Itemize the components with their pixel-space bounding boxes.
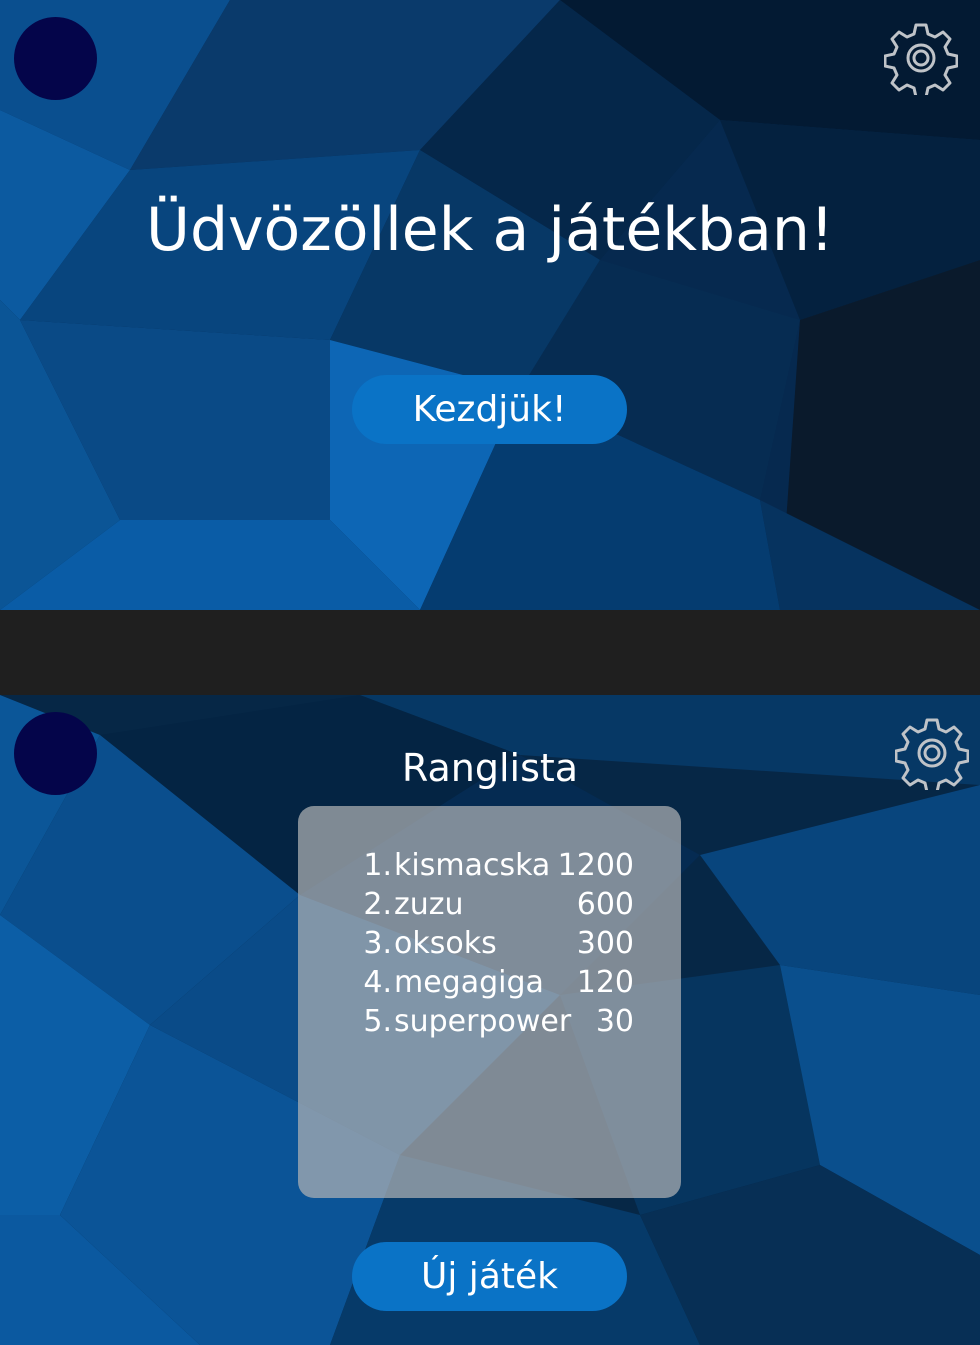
polygon-background <box>0 0 980 610</box>
leaderboard-row: 2. zuzu 600 <box>352 885 634 924</box>
leaderboard-row: 4. megagiga 120 <box>352 963 634 1002</box>
avatar <box>14 17 97 100</box>
player-score: 120 <box>576 965 634 1000</box>
rank-number: 4. <box>363 965 392 1000</box>
start-button[interactable]: Kezdjük! <box>352 375 627 444</box>
player-score: 30 <box>595 1004 634 1039</box>
rank-number: 1. <box>363 848 392 883</box>
new-game-button[interactable]: Új játék <box>352 1242 627 1311</box>
gear-icon[interactable] <box>884 21 958 95</box>
leaderboard-panel: 1. kismacska 1200 2. zuzu 600 3. oksoks … <box>298 806 681 1198</box>
leaderboard-screen: Ranglista 1. kismacska 1200 2. zuzu 600 … <box>0 695 980 1345</box>
leaderboard-title: Ranglista <box>401 746 579 790</box>
player-name: kismacska <box>394 848 551 883</box>
leaderboard-row: 3. oksoks 300 <box>352 924 634 963</box>
player-name: megagiga <box>394 965 544 1000</box>
player-score: 300 <box>576 926 634 961</box>
player-name: superpower <box>394 1004 572 1039</box>
player-name: oksoks <box>394 926 497 961</box>
player-name: zuzu <box>394 887 464 922</box>
leaderboard-list: 1. kismacska 1200 2. zuzu 600 3. oksoks … <box>352 846 634 1041</box>
rank-number: 3. <box>363 926 392 961</box>
leaderboard-row: 5. superpower 30 <box>352 1002 634 1041</box>
welcome-screen: Üdvözöllek a játékban! Kezdjük! <box>0 0 980 610</box>
screen-divider <box>0 610 980 695</box>
player-score: 600 <box>576 887 634 922</box>
page-title: Üdvözöllek a játékban! <box>146 195 834 265</box>
rank-number: 5. <box>363 1004 392 1039</box>
player-score: 1200 <box>557 848 634 883</box>
rank-number: 2. <box>363 887 392 922</box>
leaderboard-row: 1. kismacska 1200 <box>352 846 634 885</box>
